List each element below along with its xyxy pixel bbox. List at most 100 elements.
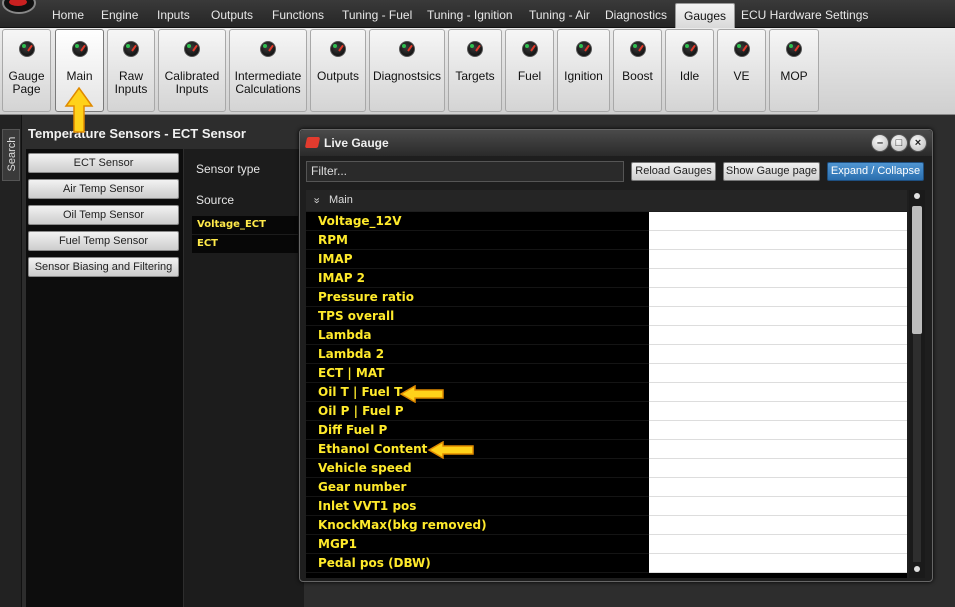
annotation-arrow-up-icon xyxy=(64,86,94,133)
gauge-group-name: Main xyxy=(329,194,353,206)
close-button[interactable]: × xyxy=(909,134,927,152)
gauge-row[interactable]: RPM xyxy=(306,231,907,250)
gauge-row[interactable]: Gear number xyxy=(306,478,907,497)
gauge-value xyxy=(649,440,907,459)
properties-panel: Sensor type Source Voltage_ECT ECT xyxy=(184,149,304,607)
gauge-row[interactable]: KnockMax(bkg removed) xyxy=(306,516,907,535)
gauge-icon xyxy=(467,41,483,57)
gauge-row[interactable]: ECT | MAT xyxy=(306,364,907,383)
gauge-row[interactable]: Pressure ratio xyxy=(306,288,907,307)
gauge-row[interactable]: Lambda xyxy=(306,326,907,345)
sensor-biasing-filtering-button[interactable]: Sensor Biasing and Filtering xyxy=(28,257,179,277)
ribbon-diagnostics-button[interactable]: Diagnostsics xyxy=(369,29,445,112)
gauge-row[interactable]: Pedal pos (DBW) xyxy=(306,554,907,573)
gauge-row[interactable]: Lambda 2 xyxy=(306,345,907,364)
menu-tuning-ignition[interactable]: Tuning - Ignition xyxy=(419,4,521,26)
ribbon-calibrated-inputs-button[interactable]: Calibrated Inputs xyxy=(158,29,226,112)
gauges-ribbon: Gauge Page Main Raw Inputs Calibrated Input… xyxy=(0,28,955,115)
gauge-row[interactable]: Oil T | Fuel T xyxy=(306,383,907,402)
source-value-ect[interactable]: ECT xyxy=(192,235,298,253)
gauge-row[interactable]: IMAP 2 xyxy=(306,269,907,288)
oil-temp-sensor-button[interactable]: Oil Temp Sensor xyxy=(28,205,179,225)
ribbon-gauge-page-button[interactable]: Gauge Page xyxy=(2,29,51,112)
fuel-temp-sensor-button[interactable]: Fuel Temp Sensor xyxy=(28,231,179,251)
gauge-value xyxy=(649,269,907,288)
gauge-name: Lambda 2 xyxy=(318,347,385,361)
ribbon-label: Boost xyxy=(622,69,653,83)
gauge-value xyxy=(649,307,907,326)
search-tab[interactable]: Search xyxy=(2,129,20,181)
gauge-list-scrollbar[interactable] xyxy=(909,190,925,578)
maximize-button[interactable]: □ xyxy=(890,134,908,152)
scroll-thumb[interactable] xyxy=(912,206,922,334)
ribbon-targets-button[interactable]: Targets xyxy=(448,29,502,112)
gauge-row[interactable]: Oil P | Fuel P xyxy=(306,402,907,421)
scroll-up-icon[interactable] xyxy=(914,193,920,199)
live-gauge-window: Live Gauge – □ × Filter... Reload Gauges… xyxy=(299,129,933,582)
ribbon-ve-button[interactable]: VE xyxy=(717,29,766,112)
search-panel-strip: Search xyxy=(0,115,22,607)
sensor-type-label: Sensor type xyxy=(196,162,261,176)
ribbon-label: Targets xyxy=(455,69,495,83)
gauge-name: Oil P | Fuel P xyxy=(318,404,404,418)
gauge-name: Ethanol Content xyxy=(318,442,428,456)
air-temp-sensor-button[interactable]: Air Temp Sensor xyxy=(28,179,179,199)
app-logo[interactable] xyxy=(0,0,40,16)
ribbon-intermediate-calculations-button[interactable]: Intermediate Calculations xyxy=(229,29,307,112)
gauge-row[interactable]: IMAP xyxy=(306,250,907,269)
ribbon-label: VE xyxy=(733,69,750,83)
gauge-value xyxy=(649,288,907,307)
ribbon-label: Inputs xyxy=(175,82,209,96)
gauge-row[interactable]: TPS overall xyxy=(306,307,907,326)
double-chevron-down-icon: » xyxy=(310,197,323,204)
reload-gauges-button[interactable]: Reload Gauges xyxy=(631,162,716,181)
ribbon-label: Main xyxy=(66,69,93,83)
ribbon-ignition-button[interactable]: Ignition xyxy=(557,29,610,112)
minimize-button[interactable]: – xyxy=(871,134,889,152)
menu-functions[interactable]: Functions xyxy=(264,4,332,26)
gauge-row[interactable]: Vehicle speed xyxy=(306,459,907,478)
menu-diagnostics[interactable]: Diagnostics xyxy=(597,4,675,26)
live-gauge-titlebar[interactable]: Live Gauge – □ × xyxy=(300,130,932,156)
ribbon-label: Fuel xyxy=(517,69,542,83)
source-label: Source xyxy=(196,193,235,207)
ribbon-mop-button[interactable]: MOP xyxy=(769,29,819,112)
ribbon-raw-inputs-button[interactable]: Raw Inputs xyxy=(107,29,155,112)
gauge-value xyxy=(649,516,907,535)
page-title: Temperature Sensors - ECT Sensor xyxy=(28,126,246,141)
gauge-row[interactable]: Voltage_12V xyxy=(306,212,907,231)
gauge-row[interactable]: Ethanol Content xyxy=(306,440,907,459)
show-gauge-page-button[interactable]: Show Gauge page xyxy=(723,162,820,181)
gauge-value xyxy=(649,478,907,497)
ribbon-fuel-button[interactable]: Fuel xyxy=(505,29,554,112)
gauge-row[interactable]: Inlet VVT1 pos xyxy=(306,497,907,516)
expand-collapse-button[interactable]: Expand / Collapse xyxy=(827,162,924,181)
gauge-row[interactable]: MGP1 xyxy=(306,535,907,554)
gauge-group-header[interactable]: » Main xyxy=(306,190,907,211)
source-value-voltage-ect[interactable]: Voltage_ECT xyxy=(192,216,298,234)
menu-ecu-hardware-settings[interactable]: ECU Hardware Settings xyxy=(733,4,876,26)
gauge-filter-input[interactable]: Filter... xyxy=(306,161,624,182)
gauge-name: Voltage_12V xyxy=(318,214,402,228)
scroll-down-icon[interactable] xyxy=(914,566,920,572)
menu-bar: Home Engine Inputs Outputs Functions Tun… xyxy=(0,0,955,28)
ect-sensor-button[interactable]: ECT Sensor xyxy=(28,153,179,173)
gauge-value xyxy=(649,383,907,402)
menu-outputs[interactable]: Outputs xyxy=(203,4,261,26)
gauge-name: Oil T | Fuel T xyxy=(318,385,403,399)
ribbon-label: Page xyxy=(12,82,41,96)
menu-engine[interactable]: Engine xyxy=(93,4,146,26)
gauge-icon xyxy=(629,41,646,57)
gauge-row[interactable]: Diff Fuel P xyxy=(306,421,907,440)
menu-inputs[interactable]: Inputs xyxy=(149,4,198,26)
menu-tuning-air[interactable]: Tuning - Air xyxy=(521,4,598,26)
ribbon-outputs-button[interactable]: Outputs xyxy=(310,29,366,112)
menu-gauges[interactable]: Gauges xyxy=(675,3,736,28)
menu-tuning-fuel[interactable]: Tuning - Fuel xyxy=(334,4,420,26)
ribbon-idle-button[interactable]: Idle xyxy=(665,29,714,112)
gauge-icon xyxy=(71,41,88,57)
menu-home[interactable]: Home xyxy=(44,4,92,26)
gauge-name: TPS overall xyxy=(318,309,395,323)
ribbon-boost-button[interactable]: Boost xyxy=(613,29,662,112)
gauge-name: Pedal pos (DBW) xyxy=(318,556,431,570)
